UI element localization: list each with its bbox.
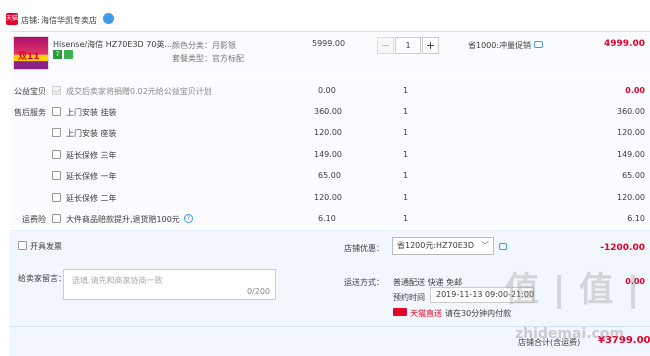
promo-chat-icon[interactable]: [534, 41, 543, 48]
increase-button[interactable]: +: [422, 37, 439, 54]
section-label-service: 售后服务: [14, 108, 46, 117]
addon-checkbox[interactable]: [52, 193, 61, 202]
energy-badge-icon: 7: [53, 50, 62, 59]
addon-checkbox[interactable]: [52, 128, 61, 137]
product-subtotal: 4999.00: [604, 39, 645, 49]
addon-label[interactable]: 上门安装 座装: [66, 128, 117, 139]
wangwang-chat-icon[interactable]: [103, 13, 114, 24]
addon-total: 120.00: [617, 193, 645, 202]
message-label: 给卖家留言：: [18, 274, 66, 283]
addon-qty: 1: [403, 150, 409, 159]
section-label-insurance: 运费险: [22, 215, 46, 224]
green-badge-icon: [64, 50, 73, 59]
addon-qty: 1: [403, 86, 409, 95]
product-unit-price: 5999.00: [312, 39, 346, 48]
addon-checkbox[interactable]: [52, 150, 61, 159]
addon-total: 65.00: [622, 171, 645, 180]
tmall-direct-icon: [393, 308, 407, 316]
thumbnail-text: 双11: [18, 52, 40, 62]
quantity-input[interactable]: 1: [395, 37, 421, 54]
addon-qty: 1: [403, 107, 409, 116]
discount-chat-icon[interactable]: [499, 243, 507, 250]
addon-label[interactable]: 延长保修 二年: [66, 193, 117, 204]
addon-qty: 1: [403, 214, 409, 223]
promotion-text: 省1000:冲量促销: [468, 41, 532, 50]
addon-price: 149.00: [314, 150, 342, 159]
invoice-checkbox[interactable]: [18, 241, 27, 250]
addon-price: 65.00: [318, 171, 341, 180]
shipping-label: 运送方式：: [344, 278, 384, 287]
addon-qty: 1: [403, 128, 409, 137]
product-color-attr: 颜色分类：月影银: [172, 41, 236, 50]
tmall-direct-label: 天猫直送: [410, 309, 442, 318]
addon-total: 149.00: [617, 150, 645, 159]
addon-label: 成交后卖家将捐赠0.02元给公益宝贝计划: [66, 87, 212, 96]
addon-price: 360.00: [314, 107, 342, 116]
shop-name-link[interactable]: 海信华凯专卖店: [41, 15, 97, 26]
addon-price: 120.00: [314, 193, 342, 202]
addon-label[interactable]: 延长保修 一年: [66, 171, 117, 182]
addon-label[interactable]: 延长保修 三年: [66, 150, 117, 161]
shop-discount-label: 店铺优惠：: [344, 244, 384, 253]
shop-discount-value: 省1200元:HZ70E3D: [397, 241, 475, 250]
quantity-stepper: − 1 +: [377, 37, 439, 54]
addon-checkbox[interactable]: [52, 171, 61, 180]
chevron-down-icon: ﹀: [481, 241, 489, 250]
addon-price: 120.00: [314, 128, 342, 137]
product-title-link[interactable]: Hisense/海信 HZ70E3D 70英...: [53, 39, 172, 50]
pay-deadline-note: 请在30分钟内付款: [445, 309, 512, 318]
addon-total: 360.00: [617, 107, 645, 116]
addon-checkbox: [52, 86, 61, 95]
shop-label: 店铺:: [21, 16, 40, 25]
message-count: 0/200: [246, 287, 270, 296]
help-icon[interactable]: ?: [184, 214, 193, 223]
addon-checkbox[interactable]: [52, 214, 61, 223]
addon-qty: 1: [403, 193, 409, 202]
addon-checkbox[interactable]: [52, 107, 61, 116]
addon-price: 0.00: [318, 86, 336, 95]
addon-total: 120.00: [617, 128, 645, 137]
addon-price: 6.10: [318, 214, 336, 223]
invoice-label[interactable]: 开具发票: [30, 241, 62, 252]
shop-discount-select[interactable]: 省1200元:HZ70E3D ﹀: [392, 237, 494, 255]
watermark-site: zhidemai.com: [515, 326, 625, 342]
product-package-attr: 套餐类型：官方标配: [172, 54, 244, 63]
addon-label[interactable]: 大件商品赔款提升,退货赔100元: [66, 214, 180, 225]
message-placeholder: 选填,请先和商家协商一致: [72, 276, 163, 285]
product-thumbnail[interactable]: 双11: [13, 36, 49, 70]
watermark-logo: 值 | 值 | 值: [505, 270, 650, 310]
addon-total: 0.00: [625, 86, 645, 95]
section-label-charity: 公益宝贝: [14, 87, 46, 96]
message-textarea[interactable]: 选填,请先和商家协商一致 0/200: [63, 269, 276, 300]
shop-discount-amount: -1200.00: [600, 243, 645, 253]
decrease-button[interactable]: −: [377, 37, 394, 54]
delivery-time-label: 预约时间: [393, 293, 425, 302]
addon-total: 6.10: [627, 214, 645, 223]
addon-qty: 1: [403, 171, 409, 180]
addon-label[interactable]: 上门安装 挂装: [66, 107, 117, 118]
tmall-icon: 天猫: [6, 13, 18, 25]
